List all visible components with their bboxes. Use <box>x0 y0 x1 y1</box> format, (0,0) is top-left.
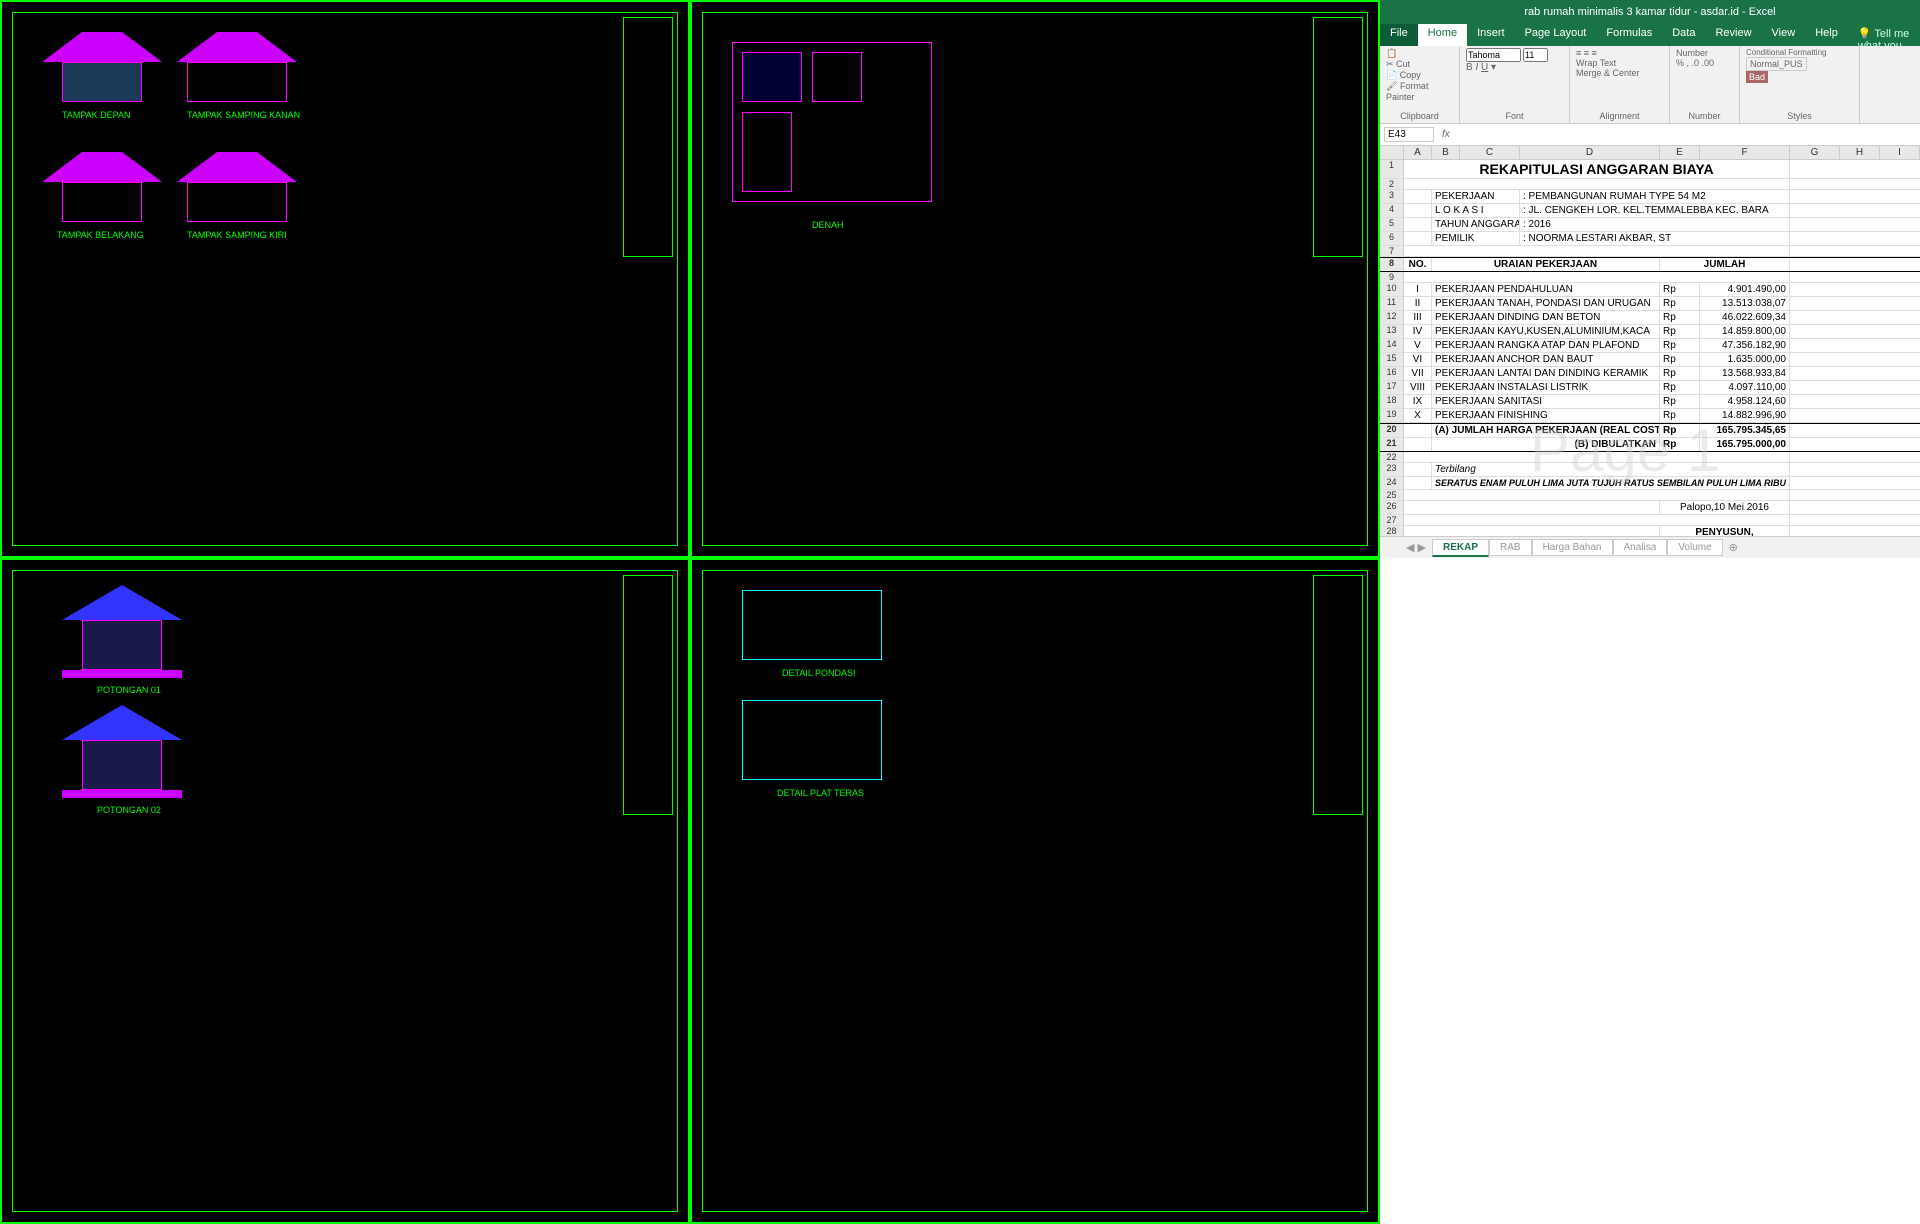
worksheet[interactable]: A B C D E F G H I 1REKAPITULASI ANGGARAN… <box>1380 146 1920 536</box>
cad-panel-sections: POTONGAN 01 POTONGAN 02 <box>0 558 690 1224</box>
paste-button[interactable]: 📋 <box>1386 48 1453 59</box>
font-name[interactable] <box>1466 48 1521 62</box>
tab-home[interactable]: Home <box>1418 24 1467 46</box>
add-sheet[interactable]: ⊕ <box>1723 541 1744 554</box>
ribbon: 📋 ✂ Cut 📄 Copy 🖌 Format Painter Clipboar… <box>1380 46 1920 124</box>
tab-page-layout[interactable]: Page Layout <box>1515 24 1597 46</box>
tab-review[interactable]: Review <box>1705 24 1761 46</box>
cad-panel-floorplan: DENAH <box>690 0 1380 558</box>
tab-view[interactable]: View <box>1762 24 1806 46</box>
font-size[interactable] <box>1523 48 1548 62</box>
tell-me[interactable]: 💡 Tell me what you want to do <box>1848 24 1920 46</box>
tab-help[interactable]: Help <box>1805 24 1848 46</box>
tab-insert[interactable]: Insert <box>1467 24 1515 46</box>
fx-icon[interactable]: fx <box>1434 129 1458 140</box>
tab-data[interactable]: Data <box>1662 24 1705 46</box>
name-box[interactable] <box>1384 127 1434 142</box>
sheet-tab-harga[interactable]: Harga Bahan <box>1532 539 1613 556</box>
sheet-tabs: ◀ ▶ REKAP RAB Harga Bahan Analisa Volume… <box>1380 536 1920 558</box>
formula-input[interactable] <box>1458 129 1916 140</box>
sheet-tab-rekap[interactable]: REKAP <box>1432 539 1489 557</box>
sheet-tab-volume[interactable]: Volume <box>1667 539 1722 556</box>
sheet-tab-rab[interactable]: RAB <box>1489 539 1532 556</box>
sheet-tab-analisa[interactable]: Analisa <box>1613 539 1668 556</box>
ribbon-tabs: File Home Insert Page Layout Formulas Da… <box>1380 24 1920 46</box>
excel-window: rab rumah minimalis 3 kamar tidur - asda… <box>1380 0 1920 558</box>
cad-panel-elevations: TAMPAK DEPAN TAMPAK SAMPING KANAN TAMPAK… <box>0 0 690 558</box>
formula-bar: fx <box>1380 124 1920 146</box>
tab-file[interactable]: File <box>1380 24 1418 46</box>
tab-formulas[interactable]: Formulas <box>1596 24 1662 46</box>
cad-panel-details: DETAIL PONDASI DETAIL PLAT TERAS <box>690 558 1380 1224</box>
sheet-nav[interactable]: ◀ ▶ <box>1400 541 1432 554</box>
title-bar: rab rumah minimalis 3 kamar tidur - asda… <box>1380 0 1920 24</box>
